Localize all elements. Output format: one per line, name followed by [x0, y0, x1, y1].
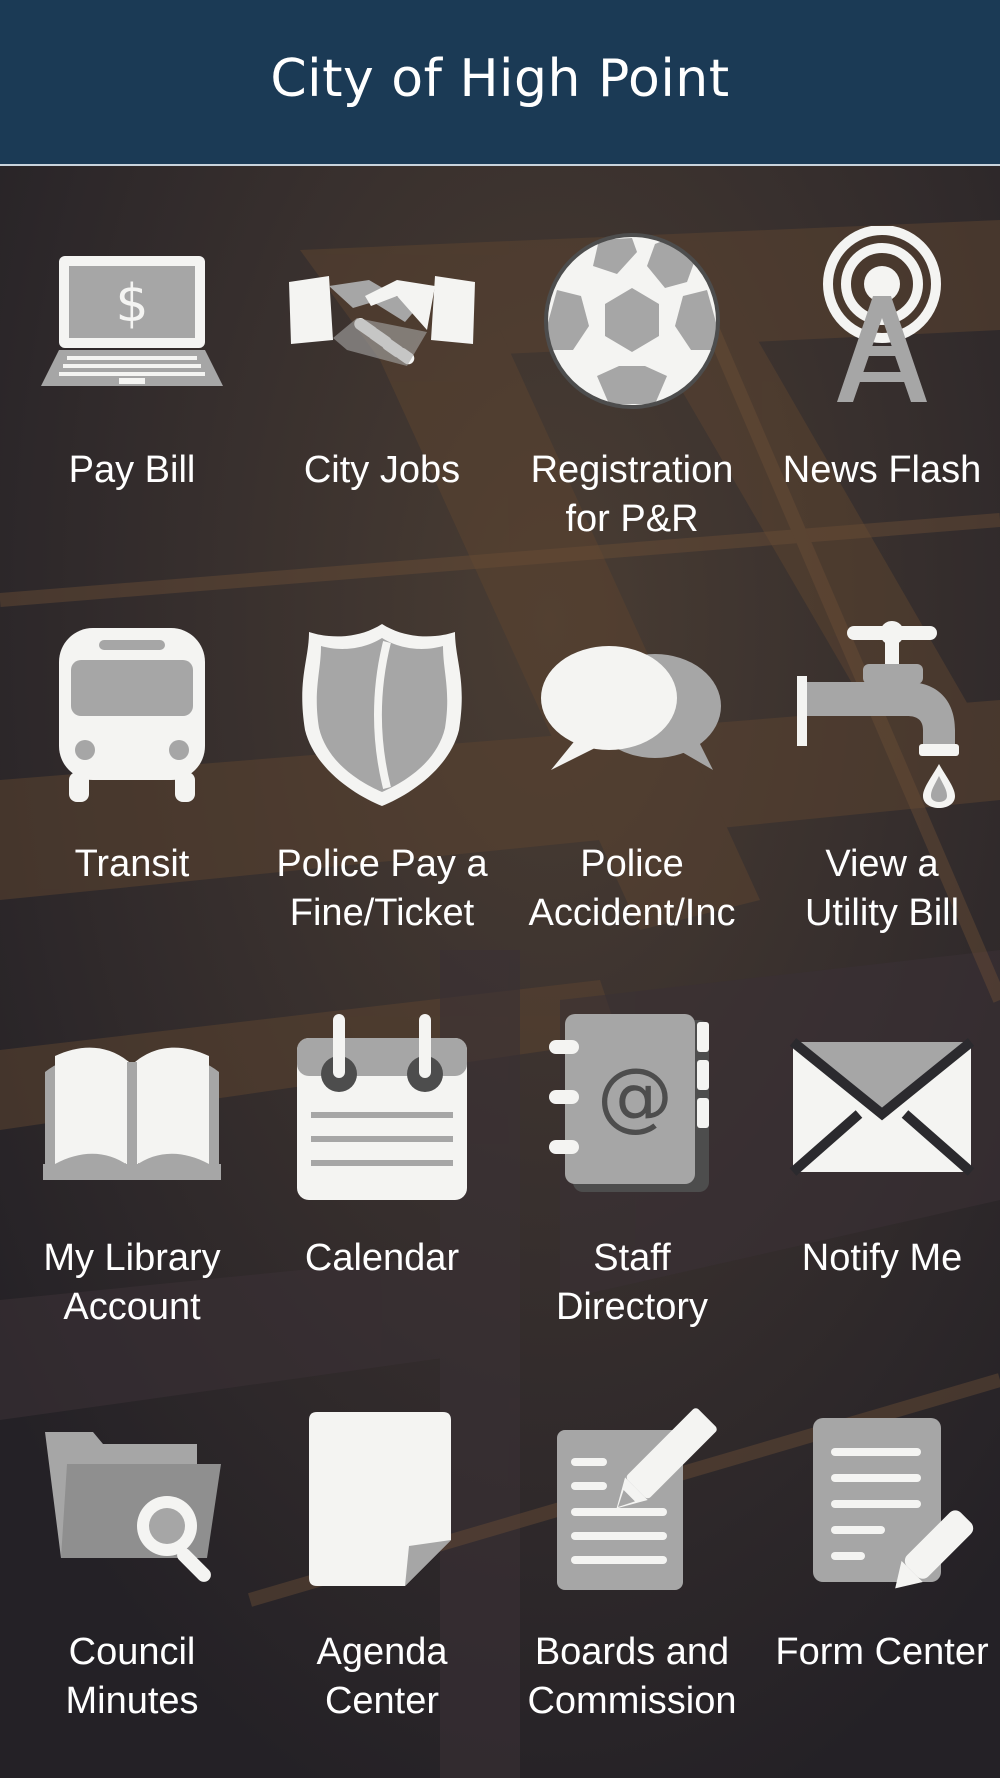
form-pen-icon: [787, 1408, 977, 1598]
tile-label: Council Minutes: [65, 1631, 199, 1722]
shield-icon: [287, 620, 477, 810]
water-faucet-icon: [787, 620, 977, 810]
tile-pay-bill[interactable]: $ Pay Bill: [7, 166, 257, 546]
document-pencil-icon: [537, 1408, 727, 1598]
tile-label: My Library Account: [43, 1237, 221, 1328]
tile-my-library-account[interactable]: My Library Account: [7, 954, 257, 1334]
calendar-icon: [287, 1014, 477, 1204]
tile-label: Police Accident/Inc: [528, 843, 736, 934]
tile-label: City Jobs: [303, 449, 461, 491]
tile-label: Notify Me: [801, 1237, 963, 1279]
tile-label: View a Utility Bill: [804, 843, 960, 934]
tile-label: Police Pay a Fine/Ticket: [276, 843, 488, 934]
tile-label: Calendar: [304, 1237, 460, 1279]
document-page-icon: [287, 1408, 477, 1598]
tile-transit[interactable]: Transit: [7, 560, 257, 940]
tile-police-pay-fine[interactable]: Police Pay a Fine/Ticket: [257, 560, 507, 940]
open-book-icon: [37, 1014, 227, 1204]
tile-council-minutes[interactable]: Council Minutes: [7, 1348, 257, 1728]
envelope-icon: [787, 1014, 977, 1204]
speech-bubbles-icon: [537, 620, 727, 810]
tile-agenda-center[interactable]: Agenda Center: [257, 1348, 507, 1728]
tile-news-flash[interactable]: News Flash: [757, 166, 1000, 546]
tile-registration-pr[interactable]: Registration for P&R: [507, 166, 757, 546]
page-title: City of High Point: [270, 49, 730, 109]
app-header: City of High Point: [0, 0, 1000, 166]
laptop-dollar-icon: $: [37, 226, 227, 416]
broadcast-tower-icon: [787, 226, 977, 416]
tile-calendar[interactable]: Calendar: [257, 954, 507, 1334]
tile-city-jobs[interactable]: City Jobs: [257, 166, 507, 546]
tile-view-utility-bill[interactable]: View a Utility Bill: [757, 560, 1000, 940]
tile-label: Registration for P&R: [530, 449, 734, 540]
handshake-icon: [287, 226, 477, 416]
tile-label: Staff Directory: [555, 1237, 709, 1328]
tile-police-accident[interactable]: Police Accident/Inc: [507, 560, 757, 940]
tile-boards-commission[interactable]: Boards and Commission: [507, 1348, 757, 1728]
tile-label: Form Center: [775, 1631, 989, 1673]
tile-form-center[interactable]: Form Center: [757, 1348, 1000, 1728]
bus-icon: [37, 620, 227, 810]
tile-label: Boards and Commission: [527, 1631, 737, 1722]
tile-label: Transit: [74, 843, 190, 885]
tile-label: News Flash: [782, 449, 982, 491]
svg-text:$: $: [115, 274, 148, 334]
tile-label: Agenda Center: [316, 1631, 448, 1722]
soccer-ball-icon: [537, 226, 727, 416]
tile-notify-me[interactable]: Notify Me: [757, 954, 1000, 1334]
folder-search-icon: [37, 1408, 227, 1598]
address-book-icon: @: [537, 1014, 727, 1204]
svg-text:@: @: [597, 1051, 673, 1140]
tile-staff-directory[interactable]: @ Staff Directory: [507, 954, 757, 1334]
tile-label: Pay Bill: [68, 449, 196, 491]
